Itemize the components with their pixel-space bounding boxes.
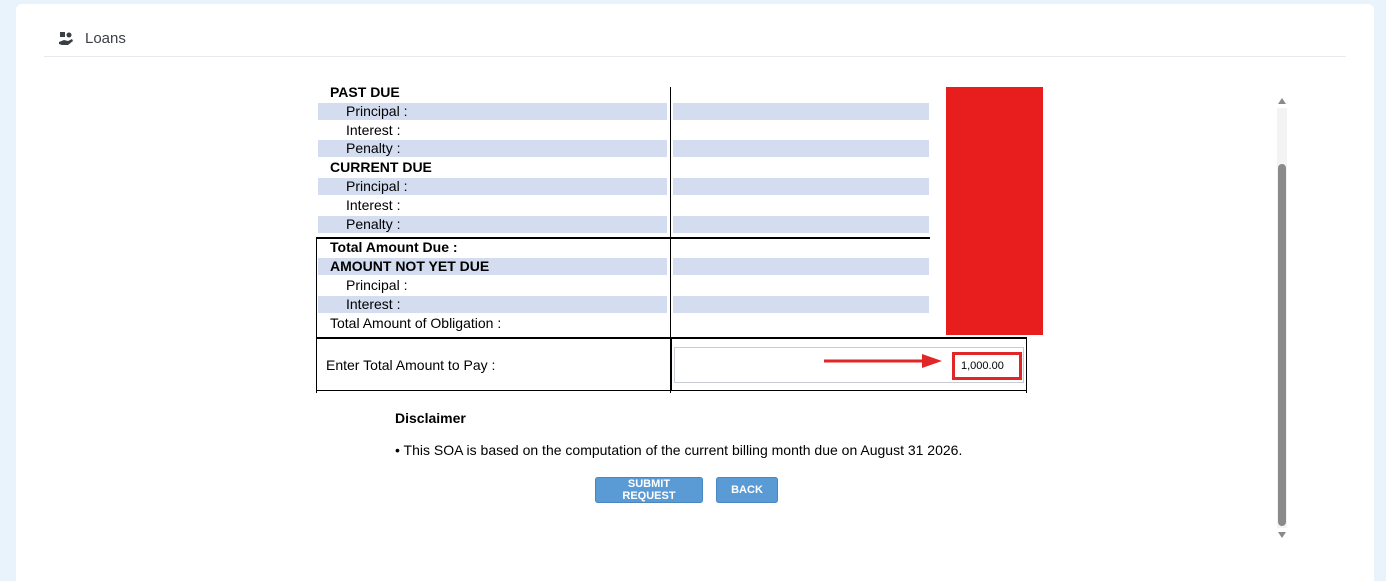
soa-row-value (673, 178, 929, 195)
scroll-up-icon[interactable] (1278, 98, 1286, 104)
soa-row-label: CURRENT DUE (330, 159, 432, 176)
back-button[interactable]: BACK (716, 477, 778, 503)
soa-row-value (673, 159, 929, 176)
soa-row-label: Total Amount of Obligation : (330, 314, 502, 331)
soa-row-label: Principal : (318, 178, 667, 195)
pay-divider (671, 339, 672, 391)
soa-row-value (673, 197, 929, 214)
soa-row: Interest : (316, 121, 930, 140)
soa-row-value (673, 258, 929, 276)
soa-row-value (673, 122, 929, 139)
soa-row: Total Amount Due : (316, 238, 930, 257)
soa-row: PAST DUE (316, 87, 930, 102)
arrow-annotation-icon (824, 354, 942, 368)
soa-row: Principal : (316, 177, 930, 196)
scroll-thumb[interactable] (1278, 164, 1286, 526)
soa-row: Interest : (316, 295, 930, 314)
soa-row: CURRENT DUE (316, 158, 930, 177)
soa-row-label: PAST DUE (330, 87, 400, 100)
soa-row: Interest : (316, 196, 930, 215)
soa-row: Penalty : (316, 215, 930, 234)
soa-row-label: Principal : (318, 102, 667, 120)
soa-row-label: AMOUNT NOT YET DUE (318, 258, 667, 276)
soa-row-value (673, 239, 929, 256)
redacted-values (946, 87, 1043, 335)
disclaimer-note: • This SOA is based on the computation o… (395, 442, 963, 458)
loan-hand-icon (59, 32, 73, 45)
soa-row: Total Amount of Obligation : (316, 314, 930, 333)
soa-row-value (673, 215, 929, 233)
page-header: Loans (44, 24, 1346, 57)
pay-amount-label: Enter Total Amount to Pay : (326, 357, 496, 373)
soa-row-label: Penalty : (318, 215, 667, 233)
total-separator-line (316, 237, 930, 239)
soa-row-value (673, 87, 929, 101)
soa-row-value (673, 140, 929, 158)
soa-row-label: Principal : (346, 277, 408, 293)
page-title: Loans (85, 30, 126, 47)
soa-row-value (673, 315, 929, 332)
soa-row: Penalty : (316, 139, 930, 158)
soa-row-value (673, 295, 929, 313)
soa-row: Principal : (316, 276, 930, 295)
soa-row: Principal : (316, 102, 930, 121)
disclaimer-title: Disclaimer (395, 410, 466, 426)
soa-row-value (673, 102, 929, 120)
soa-row-value (673, 277, 929, 294)
pay-amount-input[interactable] (952, 352, 1022, 380)
scrollbar[interactable] (1275, 94, 1289, 542)
soa-row-label: Penalty : (318, 140, 667, 158)
soa-row-label: Interest : (318, 295, 667, 313)
soa-row-label: Total Amount Due : (330, 239, 458, 256)
scroll-down-icon[interactable] (1278, 532, 1286, 538)
soa-row: AMOUNT NOT YET DUE (316, 257, 930, 276)
soa-scroll-area[interactable]: PAST DUE Principal : Interest : Penalty : CU… (316, 87, 1046, 537)
submit-request-button[interactable]: SUBMIT REQUEST (595, 477, 703, 503)
soa-row-label: Interest : (346, 196, 401, 213)
soa-row-label: Interest : (346, 121, 401, 138)
